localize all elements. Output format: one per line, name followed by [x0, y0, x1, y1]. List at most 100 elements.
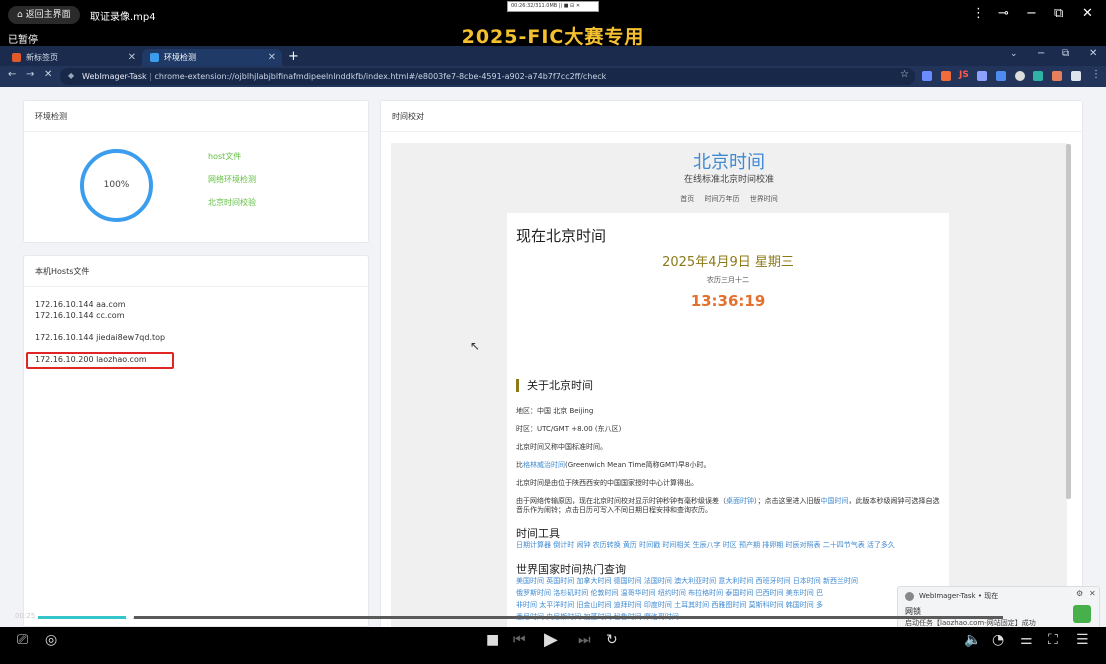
page-content: 环境检测 100% host文件 网络环境检测 北京时间校验 本机Hosts文件…	[0, 87, 1106, 627]
maximize-icon[interactable]: ⧉	[1054, 6, 1063, 21]
browser-menu-icon[interactable]: ⋮	[1091, 69, 1101, 80]
browser-restore-icon[interactable]: ⧉	[1062, 48, 1069, 59]
desk-clock-link[interactable]: 桌面时钟	[726, 497, 754, 505]
js-icon[interactable]: JS	[959, 70, 969, 80]
next-icon[interactable]: ⏭	[578, 632, 591, 648]
tools-title: 时间工具	[516, 527, 560, 540]
time-check-title: 时间校对	[381, 101, 1082, 132]
back-label: 返回主界面	[25, 10, 71, 20]
hosts-card: 本机Hosts文件 172.16.10.144 aa.com 172.16.10…	[23, 255, 369, 627]
tab-label: 新标签页	[26, 53, 58, 62]
replay-icon[interactable]: ↻	[606, 632, 618, 648]
forward-arrow-icon[interactable]: →	[26, 69, 34, 80]
desc-text: 北京时间又称中国标准时间。	[516, 443, 607, 451]
tab-close-icon[interactable]: ✕	[268, 49, 276, 66]
gmt-text: 比格林威治时间(Greenwich Mean Time简称GMT)早8小时。	[516, 461, 711, 469]
mouse-cursor-icon: ↖	[470, 339, 481, 353]
notif-settings-icon[interactable]: ⚙	[1076, 589, 1083, 598]
url-site-label: WebImager-Task	[82, 72, 147, 81]
world-links[interactable]: 俄罗斯时间 洛杉矶时间 伦敦时间 温哥华时间 纽约时间 布拉格时间 泰国时间 巴…	[516, 589, 944, 598]
progress-handle[interactable]	[125, 613, 134, 621]
host-line: 172.16.10.144 aa.com	[35, 300, 126, 309]
check-item-host: host文件	[208, 152, 242, 161]
notif-app: WebImager-Task	[919, 592, 976, 600]
highlight-box	[26, 352, 174, 369]
camera-icon[interactable]	[941, 71, 951, 81]
circle-icon[interactable]	[1015, 71, 1025, 81]
url-path: chrome-extension://ojblhjlabjblfinafmdip…	[154, 72, 607, 81]
notif-when: • 现在	[977, 592, 999, 600]
tab-env-check[interactable]: 环境检测 ✕	[142, 49, 282, 66]
now-title: 现在北京时间	[516, 227, 607, 245]
notif-app-icon	[905, 592, 914, 601]
gmt-link[interactable]: 格林威治时间	[523, 461, 565, 469]
progress-fill	[38, 616, 130, 619]
more-icon[interactable]: ⋮	[972, 6, 985, 21]
playlist-icon[interactable]: ☰	[1076, 632, 1089, 648]
stop-button[interactable]: ■	[486, 632, 499, 648]
screenshot-icon[interactable]: ◎	[45, 632, 57, 648]
site-subtitle: 在线标准北京时间校准	[683, 175, 774, 185]
extension-origin-icon: ◆	[68, 71, 75, 80]
site-nav[interactable]: 首页 时间万年历 世界时间	[391, 194, 1067, 204]
browser-minimize-icon[interactable]: −	[1037, 48, 1045, 59]
world-links[interactable]: 美国时间 英国时间 加拿大时间 德国时间 法国时间 澳大利亚时间 意大利时间 西…	[516, 577, 944, 586]
zone-text: 时区：UTC/GMT +8.00 (东八区)	[516, 425, 622, 433]
tab-close-icon[interactable]: ✕	[128, 49, 136, 66]
notif-close-icon[interactable]: ✕	[1089, 589, 1096, 598]
close-icon[interactable]: ✕	[1082, 6, 1093, 21]
progress-ring: 100%	[80, 149, 153, 222]
speed-icon[interactable]: ◔	[992, 632, 1004, 648]
tab-new-tab[interactable]: 新标签页 ✕	[4, 49, 142, 66]
pin-icon[interactable]: ⊸	[998, 6, 1009, 21]
note-text: 由于网络传输原因，现在北京时间校对显示时钟秒钟有毫秒级误差（桌面时钟）；点击这里…	[516, 497, 940, 514]
box-icon[interactable]	[1033, 71, 1043, 81]
china-time-link[interactable]: 中国时间	[821, 497, 849, 505]
stop-icon[interactable]: ✕	[44, 69, 52, 80]
video-icon[interactable]	[922, 71, 932, 81]
browser-close-icon[interactable]: ✕	[1089, 48, 1097, 59]
time-panel: 现在北京时间 2025年4月9日 星期三 农历三月十二 13:36:19 关于北…	[507, 213, 949, 627]
tools-links[interactable]: 日期计算器 倒计时 闹钟 农历转换 黄历 时间戳 时间相关 生辰八字 时区 预产…	[516, 541, 944, 550]
region-text: 地区：中国 北京 Beijing	[516, 407, 594, 415]
tab-search-icon[interactable]: ⌄	[1010, 49, 1018, 59]
check-item-time: 北京时间校验	[208, 198, 256, 207]
site-scrollbar[interactable]	[1066, 144, 1071, 499]
settings-sliders-icon[interactable]: ⚌	[1020, 632, 1033, 648]
host-line: 172.16.10.144 cc.com	[35, 311, 125, 320]
hand-icon[interactable]	[1052, 71, 1062, 81]
recording-toolbar[interactable]: 00:26:32/311.0MB || ■ ⊟ ✕	[507, 1, 599, 12]
url-input[interactable]: WebImager-Task | chrome-extension://ojbl…	[60, 68, 915, 85]
screen-icon[interactable]: ⎚	[17, 632, 28, 648]
volume-icon[interactable]: 🔈	[964, 632, 981, 648]
env-check-title: 环境检测	[24, 101, 368, 132]
site-heading[interactable]: 北京时间	[391, 148, 1067, 174]
prev-icon[interactable]: ⏮	[513, 632, 526, 648]
grid-icon[interactable]	[977, 71, 987, 81]
progress-track[interactable]	[38, 616, 1003, 619]
notification-toast[interactable]: WebImager-Task • 现在 ⚙ ✕ 网锁 启动任务【laozhao.…	[897, 586, 1100, 633]
overlay-title: 2025-FIC大赛专用	[461, 26, 645, 48]
lunar-date: 农历三月十二	[707, 276, 749, 284]
back-arrow-icon[interactable]: ←	[8, 69, 16, 80]
world-links[interactable]: 非时间 太平洋时间 旧金山时间 迪拜时间 印度时间 土耳其时间 西雅图时间 莫斯…	[516, 601, 944, 610]
hosts-title: 本机Hosts文件	[24, 256, 368, 287]
current-time: 13:36:19	[690, 292, 766, 310]
cube-logo-icon	[1073, 605, 1091, 623]
extensions-icon[interactable]	[1071, 71, 1081, 81]
minimize-icon[interactable]: −	[1026, 6, 1037, 21]
embedded-site: 北京时间 在线标准北京时间校准 首页 时间万年历 世界时间 现在北京时间 202…	[391, 143, 1067, 627]
video-file-name: 取证录像.mp4	[90, 12, 156, 23]
play-button[interactable]: ▶	[544, 629, 558, 650]
check-item-network: 网络环境检测	[208, 175, 256, 184]
current-date: 2025年4月9日 星期三	[662, 255, 794, 270]
puzzle-icon[interactable]	[996, 71, 1006, 81]
fullscreen-icon[interactable]: ⛶	[1048, 632, 1058, 648]
elapsed-time: 00:25	[15, 612, 36, 620]
bookmark-star-icon[interactable]: ☆	[900, 69, 909, 80]
new-tab-icon[interactable]: +	[288, 49, 299, 64]
tab-favicon-icon	[12, 53, 21, 62]
env-check-card: 环境检测 100% host文件 网络环境检测 北京时间校验	[23, 100, 369, 243]
tab-favicon-icon	[150, 53, 159, 62]
world-title: 世界国家时间热门查询	[516, 563, 626, 576]
